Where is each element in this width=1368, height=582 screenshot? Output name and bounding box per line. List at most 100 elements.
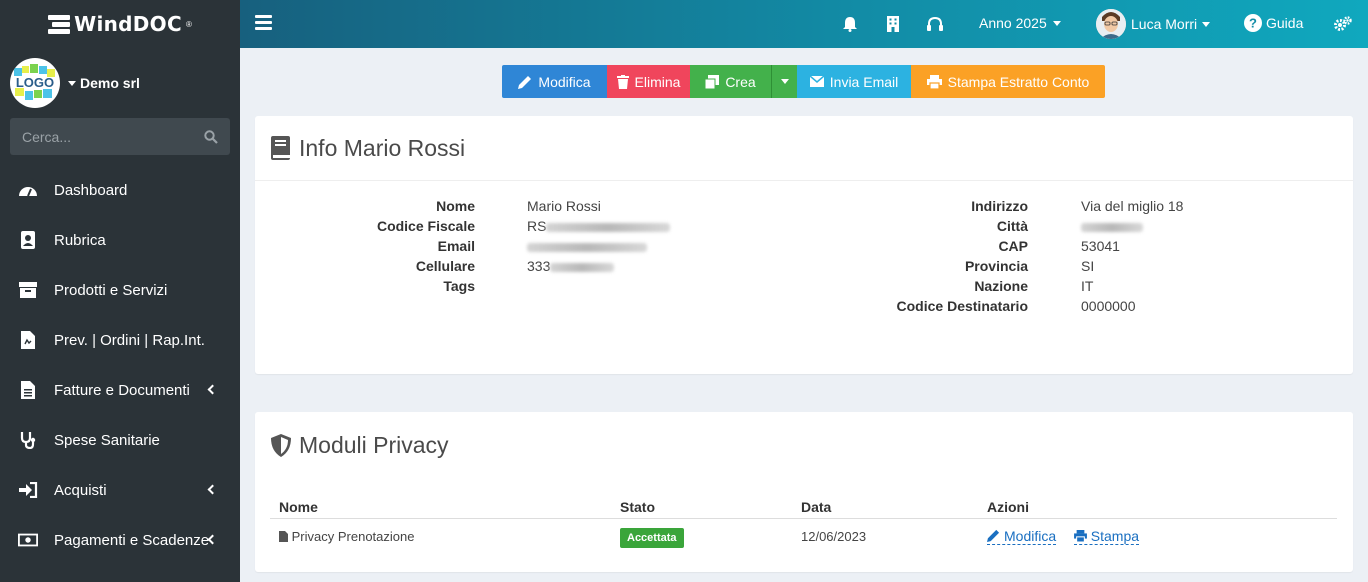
shield-icon [271,433,291,457]
info-label: Codice Fiscale [376,218,475,234]
privacy-card: Moduli Privacy Nome Stato Data Azioni Pr… [255,412,1353,572]
company-logo-text: LOGO [16,75,54,90]
bell-icon[interactable] [841,14,859,34]
column-header-nome: Nome [270,496,611,519]
privacy-status-cell: Accettata [611,518,792,554]
privacy-card-title: Moduli Privacy [299,431,449,458]
copy-icon [705,74,720,89]
privacy-modifica-link[interactable]: Modifica [987,528,1057,545]
brand-registered-mark: ® [185,19,192,29]
sidebar-item-acquisti[interactable]: Acquisti [0,465,240,515]
info-value: Via del miglio 18 [1081,198,1184,214]
sidebar-item-pagamenti[interactable]: Pagamenti e Scadenze [0,515,240,565]
modifica-button[interactable]: Modifica [502,65,607,98]
info-value: 0000000 [1081,298,1136,314]
info-value [527,238,647,254]
info-value: 333 [527,258,615,274]
sidebar-item-fatture[interactable]: Fatture e Documenti [0,365,240,415]
print-icon [1073,530,1087,542]
privacy-card-header: Moduli Privacy [255,412,1353,478]
building-icon[interactable] [884,14,902,34]
brand-mark-icon [48,13,71,35]
book-icon [271,136,290,160]
sidebar-menu: Dashboard Rubrica Prodotti e Servizi Pre… [0,165,240,565]
caret-down-icon [1052,20,1061,26]
crea-button[interactable]: Crea [690,65,771,98]
search-input[interactable] [22,128,172,145]
settings-cogs-icon[interactable] [1334,14,1352,34]
info-value: SI [1081,258,1095,274]
column-header-stato: Stato [611,496,792,519]
caret-down-icon [68,80,76,86]
company-logo: LOGO [10,58,60,108]
user-name: Luca Morri [1131,16,1198,32]
action-toolbar: Modifica Elimina Crea Invia Email Stampa… [502,65,1105,98]
info-label: Città [996,218,1028,234]
privacy-table: Nome Stato Data Azioni Privacy Prenotazi… [270,496,1337,554]
stampa-estratto-conto-button[interactable]: Stampa Estratto Conto [911,65,1105,98]
sidebar-item-prodotti[interactable]: Prodotti e Servizi [0,265,240,315]
pencil-icon [987,529,1000,542]
envelope-icon [809,76,824,87]
file-icon [18,380,38,400]
sidebar-item-label: Fatture e Documenti [54,381,190,399]
info-label: Cellulare [415,258,475,274]
sidebar-item-rubrica[interactable]: Rubrica [0,215,240,265]
brand-logo[interactable]: WindDOC ® [0,0,240,48]
year-label: Anno 2025 [979,15,1047,31]
sidebar-item-label: Rubrica [54,231,106,249]
user-menu[interactable]: Luca Morri [1096,9,1211,39]
sidebar-item-spese-sanitarie[interactable]: Spese Sanitarie [0,415,240,465]
redacted-text [546,222,671,232]
year-selector[interactable]: Anno 2025 [979,15,1061,31]
privacy-date-cell: 12/06/2023 [801,528,867,544]
address-book-icon [18,230,38,250]
caret-down-icon [1202,21,1211,27]
stethoscope-icon [18,430,38,450]
sidebar-item-label: Pagamenti e Scadenze [54,531,210,549]
privacy-name: Privacy Prenotazione [291,528,415,544]
question-circle-icon: ? [1244,14,1262,32]
crea-dropdown-button[interactable] [771,65,797,98]
file-icon [279,530,288,542]
info-value: IT [1081,278,1094,294]
print-icon [926,74,942,89]
info-value: RS [527,218,671,234]
avatar [1096,9,1126,39]
caret-down-icon [780,79,789,84]
sidebar-item-dashboard[interactable]: Dashboard [0,165,240,215]
search-icon[interactable] [204,129,218,144]
info-label: CAP [998,238,1028,254]
trash-icon [616,74,629,89]
sidebar-item-label: Dashboard [54,181,128,199]
info-label: Tags [443,278,475,294]
sidebar-item-preventivi[interactable]: Prev. | Ordini | Rap.Int. [0,315,240,365]
info-label: Indirizzo [971,198,1028,214]
elimina-button[interactable]: Elimina [607,65,690,98]
help-label: Guida [1266,15,1304,31]
headset-icon[interactable] [926,14,944,34]
privacy-stampa-link[interactable]: Stampa [1073,528,1140,545]
hamburger-menu-icon[interactable] [255,15,272,30]
sign-in-icon [18,480,38,500]
pencil-icon [518,75,532,89]
help-link[interactable]: ? Guida [1244,14,1303,32]
sidebar-item-label: Prodotti e Servizi [54,281,168,299]
chevron-left-icon [207,384,218,395]
sidebar: WindDOC® LOGO Demo srl Dashboard [0,0,240,582]
table-header-row: Nome Stato Data Azioni [270,496,1337,519]
privacy-actions-cell: Modifica Stampa [978,518,1337,554]
company-switcher[interactable]: LOGO Demo srl [0,48,240,118]
company-name[interactable]: Demo srl [68,75,140,91]
invia-email-button[interactable]: Invia Email [797,65,911,98]
redacted-text [1081,222,1143,232]
info-label: Codice Destinatario [896,298,1028,314]
info-card-title: Info Mario Rossi [299,134,466,161]
info-value [1081,218,1143,234]
table-row: Privacy Prenotazione Accettata 12/06/202… [270,518,1337,554]
document-icon [18,330,38,350]
column-header-azioni: Azioni [978,496,1337,519]
money-icon [18,530,38,550]
sidebar-item-label: Prev. | Ordini | Rap.Int. [54,331,205,349]
dashboard-icon [18,180,38,200]
